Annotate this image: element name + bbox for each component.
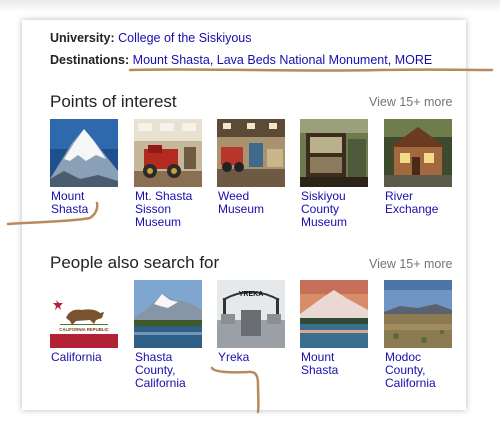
points-of-interest-view-more[interactable]: View 15+ more: [369, 95, 453, 109]
mount-shasta-image: [50, 119, 118, 187]
yreka-sign-text: YREKA: [239, 291, 264, 298]
related-label: Modoc County, California: [385, 350, 436, 390]
university-link[interactable]: College of the Siskiyous: [118, 31, 251, 45]
poi-label: Weed Museum: [218, 189, 265, 216]
poi-label: Siskiyou County Museum: [301, 189, 348, 229]
points-of-interest-heading: Points of interest: [50, 92, 177, 111]
weed-museum-image: [217, 119, 285, 187]
mount-shasta-city-image: [300, 280, 368, 348]
siskiyou-county-museum-image: [300, 119, 368, 187]
destination-link-mount-shasta[interactable]: Mount Shasta: [133, 53, 210, 67]
sisson-museum-image: [134, 119, 202, 187]
modoc-county-image: [384, 280, 452, 348]
yreka-image: YREKA: [217, 280, 285, 348]
california-flag-image: CALIFORNIA REPUBLIC: [50, 280, 118, 348]
destinations-row: Destinations: Mount Shasta, Lava Beds Na…: [50, 53, 433, 67]
top-edge: [0, 0, 500, 12]
destination-link-lava-beds[interactable]: Lava Beds National Monument: [217, 53, 388, 67]
destination-link-more[interactable]: MORE: [395, 53, 433, 67]
related-label: Mount Shasta: [301, 350, 339, 377]
related-label: Shasta County, California: [135, 350, 186, 390]
university-label: University:: [50, 31, 115, 45]
poi-label: Mount Shasta: [51, 189, 89, 216]
poi-label: Mt. Shasta Sisson Museum: [135, 189, 193, 229]
university-row: University: College of the Siskiyous: [50, 31, 252, 45]
related-label: California: [51, 350, 102, 364]
related-label: Yreka: [218, 350, 250, 364]
people-also-search-heading: People also search for: [50, 253, 220, 272]
destinations-label: Destinations:: [50, 53, 130, 67]
people-also-search-view-more[interactable]: View 15+ more: [369, 257, 453, 271]
shasta-county-image: [134, 280, 202, 348]
flag-text: CALIFORNIA REPUBLIC: [59, 327, 109, 332]
river-exchange-image: [384, 119, 452, 187]
poi-label: River Exchange: [385, 189, 439, 216]
